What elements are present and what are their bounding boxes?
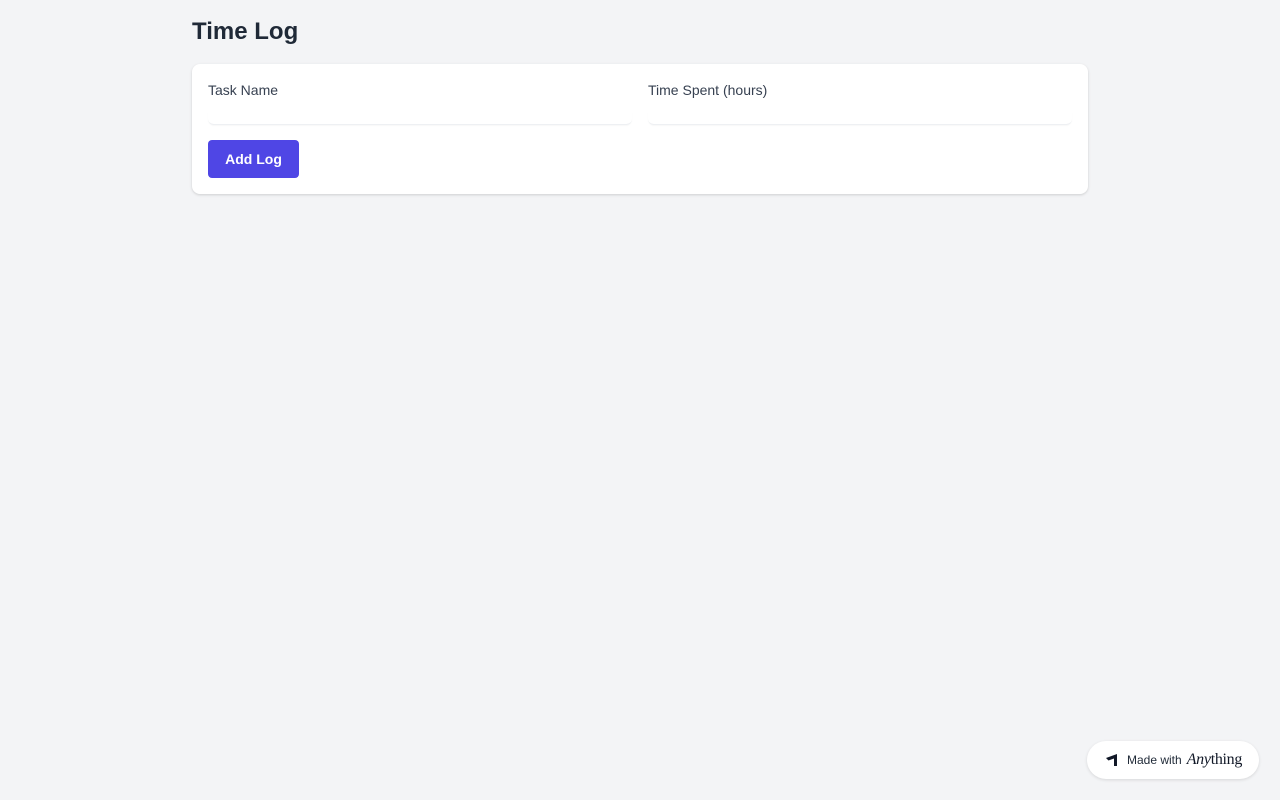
badge-brand: Anything	[1186, 751, 1243, 769]
time-spent-input[interactable]	[648, 108, 1072, 125]
add-log-button[interactable]: Add Log	[208, 140, 299, 178]
log-form-card: Task Name Time Spent (hours) Add Log	[192, 64, 1088, 194]
task-name-field: Task Name	[208, 80, 632, 125]
badge-prefix: Made with	[1127, 753, 1182, 767]
anything-logo-icon	[1105, 753, 1119, 767]
badge-brand-rest: thing	[1210, 751, 1243, 768]
task-name-input[interactable]	[208, 108, 632, 125]
made-with-anything-badge[interactable]: Made with Anything	[1087, 741, 1259, 779]
page-title: Time Log	[192, 18, 299, 45]
time-spent-field: Time Spent (hours)	[648, 80, 1072, 125]
badge-brand-italic: Any	[1186, 751, 1211, 768]
task-name-label: Task Name	[208, 82, 279, 98]
time-spent-label: Time Spent (hours)	[648, 82, 768, 98]
